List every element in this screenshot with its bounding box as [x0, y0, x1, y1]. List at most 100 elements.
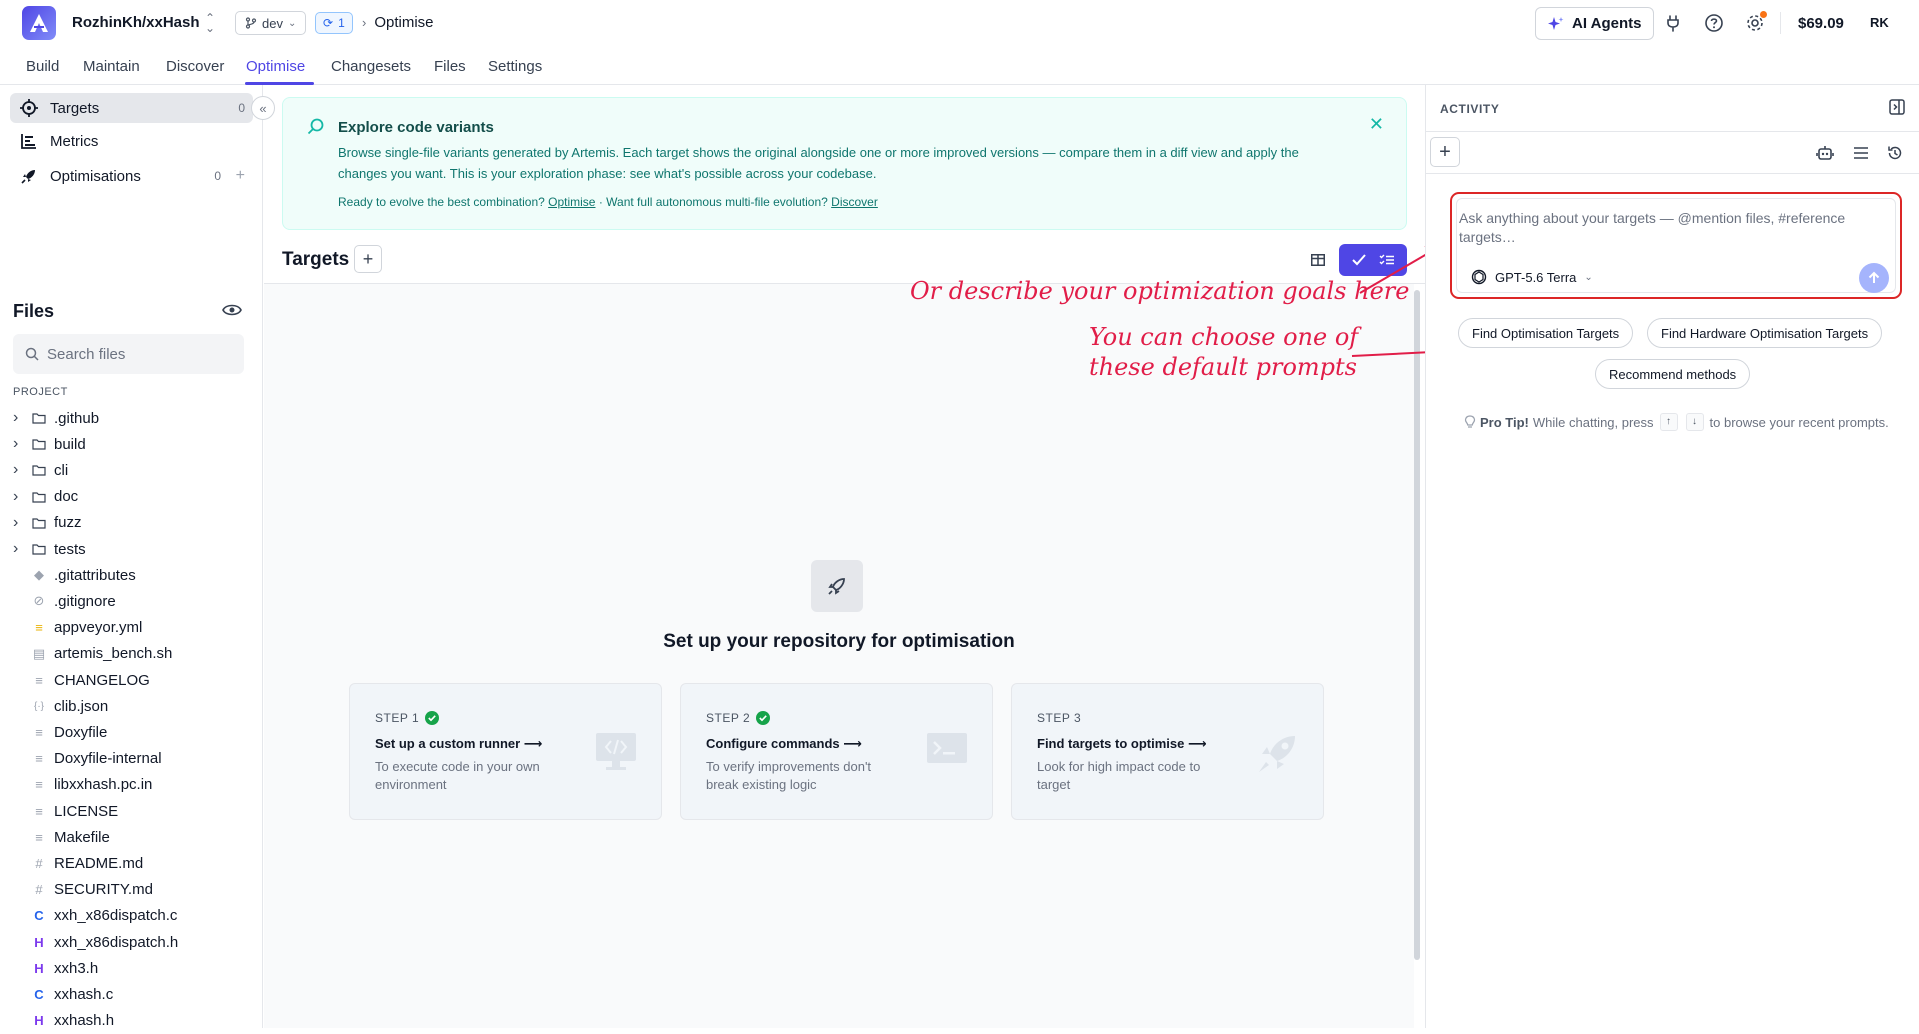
- search-files-input[interactable]: [47, 345, 227, 363]
- file-item[interactable]: Hxxh3.h: [0, 955, 262, 981]
- info-banner: Explore code variants Browse single-file…: [282, 97, 1407, 230]
- file-item[interactable]: # README.md: [0, 850, 262, 876]
- table-view-icon[interactable]: [1304, 246, 1332, 274]
- file-name: .gitignore: [54, 592, 116, 610]
- repo-switch-icon[interactable]: ⌃ ⌄: [205, 12, 215, 34]
- targets-count: 0: [238, 101, 245, 115]
- close-icon[interactable]: ✕: [1369, 114, 1384, 135]
- annotation-prompts-line1: You can choose one of: [1089, 323, 1359, 351]
- list-icon[interactable]: [1850, 142, 1872, 164]
- avatar[interactable]: RK: [1870, 15, 1889, 30]
- header-divider: [1780, 12, 1781, 34]
- new-chat-button[interactable]: +: [1430, 137, 1460, 167]
- file-item[interactable]: ≡ Doxyfile-internal: [0, 746, 262, 772]
- h-file-icon: H: [34, 934, 44, 950]
- folder-file-icon: [31, 412, 47, 424]
- file-name: cli: [54, 461, 69, 479]
- sync-badge[interactable]: ⟳ 1: [315, 12, 353, 34]
- check-circle-icon: [425, 711, 440, 725]
- discover-link[interactable]: Discover: [831, 195, 878, 209]
- ai-agents-button[interactable]: AI Agents: [1535, 7, 1655, 40]
- shell-file-icon: ▤: [32, 645, 46, 661]
- key-down: ↓: [1685, 413, 1704, 431]
- file-item[interactable]: ≡ libxxhash.pc.in: [0, 772, 262, 798]
- step-heading[interactable]: Find targets to optimise ⟶: [1037, 736, 1207, 752]
- chevron-right-icon[interactable]: ›: [13, 435, 18, 453]
- tab-settings[interactable]: Settings: [488, 58, 542, 75]
- sidebar-item-label: Metrics: [50, 132, 99, 150]
- file-item[interactable]: ≡ appveyor.yml: [0, 615, 262, 641]
- file-item[interactable]: ≡ Makefile: [0, 824, 262, 850]
- sidebar-item-targets[interactable]: Targets 0: [10, 93, 253, 123]
- plug-icon[interactable]: [1661, 11, 1685, 35]
- file-item[interactable]: Hxxhash.h: [0, 1008, 262, 1034]
- step-heading[interactable]: Configure commands ⟶: [706, 736, 862, 752]
- optimise-link[interactable]: Optimise: [548, 195, 595, 209]
- chevron-right-icon[interactable]: ›: [13, 461, 18, 479]
- repo-name[interactable]: RozhinKh/xxHash: [72, 14, 200, 31]
- step-label: STEP 1: [375, 711, 440, 725]
- file-item[interactable]: ⊘ .gitignore: [0, 588, 262, 614]
- sidebar-item-metrics[interactable]: Metrics: [10, 126, 253, 156]
- chevron-right-icon[interactable]: ›: [13, 409, 18, 427]
- help-icon[interactable]: [1702, 11, 1726, 35]
- rocket-icon: [21, 170, 35, 184]
- chat-box-highlight: GPT-5.6 Terra ⌄: [1450, 192, 1902, 299]
- tab-build[interactable]: Build: [26, 58, 59, 75]
- history-icon[interactable]: [1884, 142, 1906, 164]
- file-item[interactable]: Hxxh_x86dispatch.h: [0, 929, 262, 955]
- tab-maintain[interactable]: Maintain: [83, 58, 140, 75]
- prompt-find-hardware-targets[interactable]: Find Hardware Optimisation Targets: [1647, 318, 1883, 348]
- credit-balance[interactable]: $69.09: [1798, 15, 1844, 32]
- folder-item[interactable]: › doc: [0, 484, 262, 510]
- app-logo[interactable]: [22, 6, 56, 40]
- sidebar-item-optimisations[interactable]: Optimisations 0 +: [10, 161, 253, 191]
- eye-icon[interactable]: [222, 303, 242, 320]
- tab-files[interactable]: Files: [434, 58, 466, 75]
- file-item[interactable]: ≡ LICENSE: [0, 798, 262, 824]
- panel-collapse-icon[interactable]: [1889, 99, 1905, 118]
- add-optimisation-icon[interactable]: +: [236, 167, 245, 185]
- settings-gear-icon[interactable]: [1743, 11, 1767, 35]
- prompt-recommend-methods[interactable]: Recommend methods: [1595, 359, 1751, 389]
- chat-input[interactable]: [1459, 209, 1889, 249]
- folder-item[interactable]: › .github: [0, 405, 262, 431]
- tab-changesets[interactable]: Changesets: [331, 58, 411, 75]
- file-item[interactable]: Cxxhash.c: [0, 981, 262, 1007]
- folder-item[interactable]: › fuzz: [0, 510, 262, 536]
- folder-item[interactable]: › build: [0, 431, 262, 457]
- yaml-file-icon: ≡: [35, 620, 43, 636]
- file-name: xxh_x86dispatch.h: [54, 933, 179, 951]
- folder-item[interactable]: › tests: [0, 536, 262, 562]
- branch-selector[interactable]: dev ⌄: [235, 11, 307, 35]
- prompt-find-targets[interactable]: Find Optimisation Targets: [1458, 318, 1634, 348]
- chevron-right-icon[interactable]: ›: [13, 488, 18, 506]
- file-item[interactable]: ≡ Doxyfile: [0, 719, 262, 745]
- step-card-2[interactable]: STEP 2 Configure commands ⟶ To verify im…: [680, 683, 993, 820]
- model-selector[interactable]: GPT-5.6 Terra ⌄: [1471, 269, 1593, 285]
- arrow-up-icon: [1868, 271, 1880, 283]
- step-card-1[interactable]: STEP 1 Set up a custom runner ⟶ To execu…: [349, 683, 662, 820]
- step-heading[interactable]: Set up a custom runner ⟶: [375, 736, 542, 752]
- file-item[interactable]: ≡ CHANGELOG: [0, 667, 262, 693]
- robot-icon[interactable]: [1814, 142, 1836, 164]
- file-item[interactable]: {·} clib.json: [0, 693, 262, 719]
- send-button[interactable]: [1859, 263, 1889, 293]
- add-target-button[interactable]: +: [354, 245, 382, 273]
- file-item[interactable]: ◆ .gitattributes: [0, 562, 262, 588]
- step-label: STEP 2: [706, 711, 771, 725]
- tab-optimise[interactable]: Optimise: [246, 58, 305, 75]
- chevron-right-icon[interactable]: ›: [13, 540, 18, 558]
- chevron-right-icon[interactable]: ›: [13, 514, 18, 532]
- tab-discover[interactable]: Discover: [166, 58, 224, 75]
- c-file-icon: C: [34, 908, 44, 924]
- file-item[interactable]: Cxxh_x86dispatch.c: [0, 903, 262, 929]
- collapse-sidebar-button[interactable]: «: [251, 96, 275, 120]
- view-toggle-button[interactable]: [1339, 244, 1407, 276]
- file-item[interactable]: # SECURITY.md: [0, 877, 262, 903]
- annotation-prompts-line2: these default prompts: [1089, 353, 1357, 381]
- file-item[interactable]: ▤ artemis_bench.sh: [0, 641, 262, 667]
- scrollbar[interactable]: [1414, 290, 1420, 960]
- step-card-3[interactable]: STEP 3 Find targets to optimise ⟶ Look f…: [1011, 683, 1324, 820]
- folder-item[interactable]: › cli: [0, 457, 262, 483]
